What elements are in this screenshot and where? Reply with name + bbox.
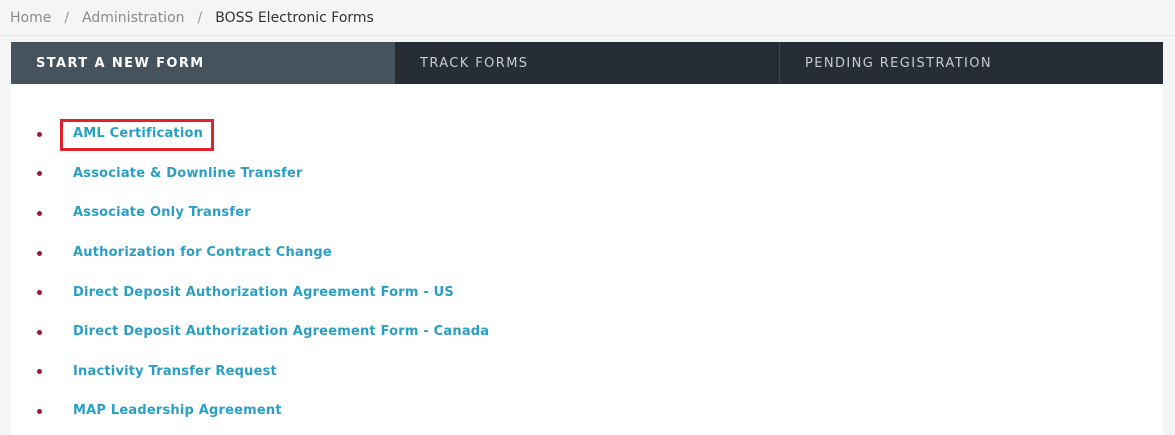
breadcrumb-separator: /: [64, 9, 70, 26]
list-item: Direct Deposit Authorization Agreement F…: [11, 272, 1163, 312]
list-item: Associate Only Transfer: [11, 193, 1163, 233]
list-item: Inactivity Transfer Request: [11, 352, 1163, 392]
list-item: MAP Leadership Agreement: [11, 391, 1163, 431]
list-item: Associate & Downline Transfer: [11, 154, 1163, 194]
tab-start-new-form[interactable]: START A NEW FORM: [11, 42, 395, 84]
bullet-icon: [37, 171, 42, 177]
form-link-authorization-contract-change[interactable]: Authorization for Contract Change: [73, 245, 332, 260]
form-link-direct-deposit-us[interactable]: Direct Deposit Authorization Agreement F…: [73, 285, 454, 300]
form-link-map-leadership-agreement[interactable]: MAP Leadership Agreement: [73, 403, 282, 418]
list-item: AML Certification: [11, 114, 1163, 154]
bullet-icon: [37, 210, 42, 216]
breadcrumb-current-page: BOSS Electronic Forms: [215, 9, 374, 26]
bullet-icon: [37, 369, 42, 375]
form-list: AML Certification Associate & Downline T…: [11, 84, 1163, 431]
form-link-associate-downline-transfer[interactable]: Associate & Downline Transfer: [73, 166, 303, 181]
bullet-icon: [37, 250, 42, 256]
breadcrumb-separator: /: [197, 9, 203, 26]
form-link-direct-deposit-canada[interactable]: Direct Deposit Authorization Agreement F…: [73, 324, 489, 339]
tab-track-forms[interactable]: TRACK FORMS: [395, 42, 780, 84]
tab-pending-registration[interactable]: PENDING REGISTRATION: [780, 42, 1163, 84]
list-item: Authorization for Contract Change: [11, 233, 1163, 273]
tab-bar: START A NEW FORM TRACK FORMS PENDING REG…: [11, 42, 1163, 84]
list-item: Direct Deposit Authorization Agreement F…: [11, 312, 1163, 352]
breadcrumb: Home / Administration / BOSS Electronic …: [0, 0, 1175, 36]
form-link-associate-only-transfer[interactable]: Associate Only Transfer: [73, 205, 251, 220]
forms-panel: START A NEW FORM TRACK FORMS PENDING REG…: [11, 42, 1163, 435]
bullet-icon: [37, 408, 42, 414]
bullet-icon: [37, 131, 42, 137]
bullet-icon: [37, 329, 42, 335]
bullet-icon: [37, 290, 42, 296]
breadcrumb-home-link[interactable]: Home: [10, 10, 51, 26]
form-link-inactivity-transfer-request[interactable]: Inactivity Transfer Request: [73, 364, 277, 379]
form-link-aml-certification[interactable]: AML Certification: [73, 126, 203, 141]
breadcrumb-administration-link[interactable]: Administration: [82, 10, 184, 26]
